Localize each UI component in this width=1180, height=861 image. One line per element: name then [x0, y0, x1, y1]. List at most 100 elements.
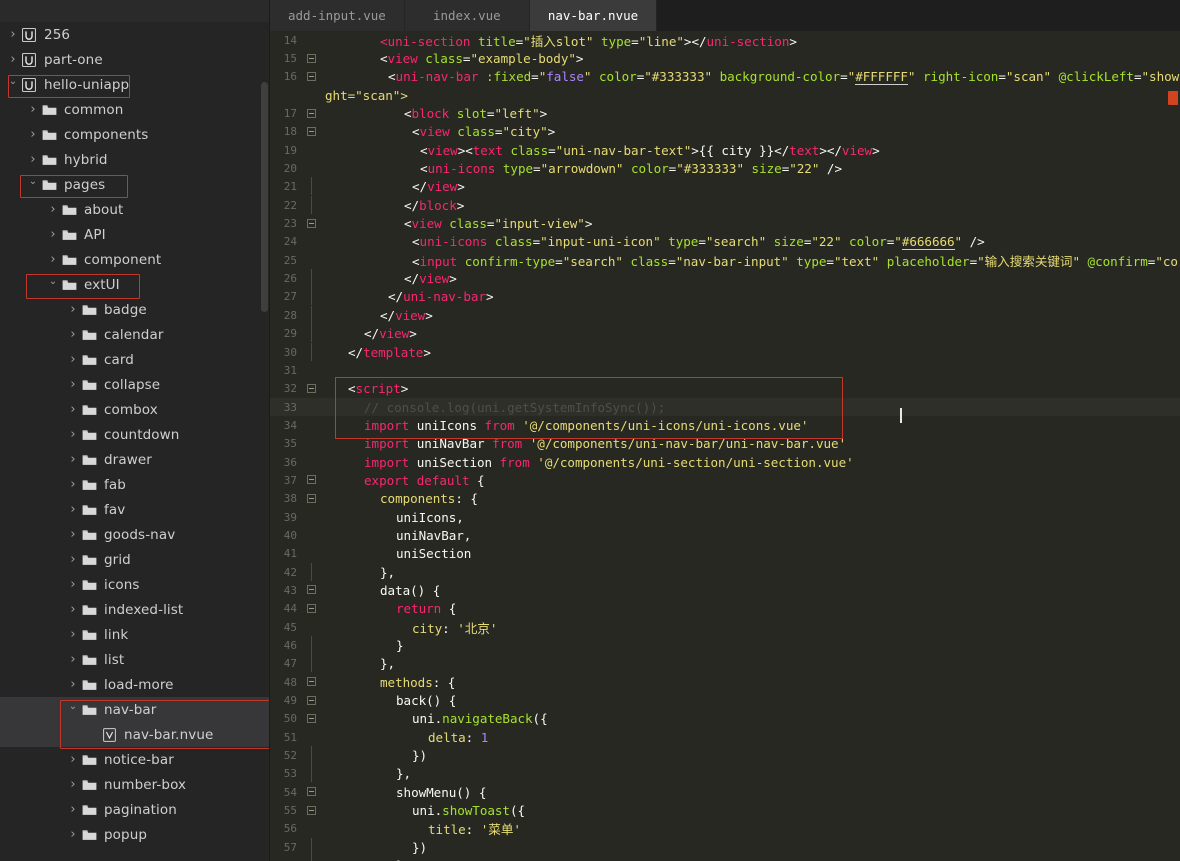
code-text[interactable]: delta: 1: [319, 730, 1180, 745]
code-line[interactable]: 57}): [270, 837, 1180, 856]
code-line[interactable]: 29 </view>: [270, 324, 1180, 343]
fold-toggle-icon[interactable]: [303, 218, 319, 230]
code-line[interactable]: 31: [270, 361, 1180, 379]
code-text[interactable]: uni.showToast({: [319, 803, 1180, 818]
code-text[interactable]: <uni-icons type="arrowdown" color="#3333…: [319, 161, 1180, 176]
code-line[interactable]: 27 </uni-nav-bar>: [270, 287, 1180, 306]
tree-item-link[interactable]: link: [0, 622, 270, 647]
code-line[interactable]: 48 methods: {: [270, 673, 1180, 691]
code-line[interactable]: 45 city: '北京': [270, 618, 1180, 636]
tree-item-fab[interactable]: fab: [0, 472, 270, 497]
sidebar-scrollbar-thumb[interactable]: [261, 82, 268, 312]
chevron-right-icon[interactable]: [66, 678, 80, 691]
code-line[interactable]: 23 <view class="input-view">: [270, 214, 1180, 232]
tree-item-badge[interactable]: badge: [0, 297, 270, 322]
tree-item-list[interactable]: list: [0, 647, 270, 672]
chevron-right-icon[interactable]: [46, 203, 60, 216]
chevron-right-icon[interactable]: [66, 528, 80, 541]
code-line[interactable]: 33 // console.log(uni.getSystemInfoSync()…: [270, 397, 1180, 417]
tree-item-card[interactable]: card: [0, 347, 270, 372]
code-text[interactable]: </view>: [319, 326, 1180, 341]
file-tree[interactable]: 256 part-one hello-uniapp common components h…: [0, 22, 270, 847]
tree-item-countdown[interactable]: countdown: [0, 422, 270, 447]
tree-item-part-one[interactable]: part-one: [0, 47, 270, 72]
fold-toggle-icon[interactable]: [303, 584, 319, 596]
tree-item-goods-nav[interactable]: goods-nav: [0, 522, 270, 547]
code-line[interactable]: 47},: [270, 654, 1180, 673]
chevron-right-icon[interactable]: [66, 403, 80, 416]
code-line[interactable]: 21 </view>: [270, 177, 1180, 196]
code-line[interactable]: 54 showMenu() {: [270, 783, 1180, 801]
code-line[interactable]: 49 back() {: [270, 691, 1180, 709]
code-text[interactable]: </view>: [319, 308, 1180, 323]
code-line[interactable]: 46}: [270, 636, 1180, 655]
code-text[interactable]: back() {: [319, 693, 1180, 708]
code-line[interactable]: 26 </view>: [270, 269, 1180, 288]
code-text[interactable]: <view><text class="uni-nav-bar-text">{{ …: [319, 143, 1180, 158]
chevron-right-icon[interactable]: [66, 428, 80, 441]
code-text[interactable]: import uniSection from '@/components/uni…: [319, 455, 1180, 470]
overview-ruler-marker[interactable]: [1168, 91, 1178, 105]
chevron-right-icon[interactable]: [26, 153, 40, 166]
chevron-right-icon[interactable]: [66, 778, 80, 791]
tree-item-about[interactable]: about: [0, 197, 270, 222]
code-text[interactable]: import uniNavBar from '@/components/uni-…: [319, 436, 1180, 451]
code-line[interactable]: 43 data() {: [270, 581, 1180, 599]
code-line[interactable]: 15 <view class="example-body">: [270, 49, 1180, 67]
chevron-right-icon[interactable]: [66, 603, 80, 616]
chevron-right-icon[interactable]: [6, 53, 20, 66]
code-line[interactable]: 34 import uniIcons from '@/components/uni…: [270, 416, 1180, 434]
code-text[interactable]: <view class="city">: [319, 124, 1180, 139]
fold-toggle-icon[interactable]: [303, 71, 319, 83]
code-line[interactable]: 16 <uni-nav-bar :fixed="false" color="#33…: [270, 68, 1180, 86]
chevron-down-icon[interactable]: [26, 180, 40, 190]
tree-item-drawer[interactable]: drawer: [0, 447, 270, 472]
tree-item-nav-bar[interactable]: nav-bar: [0, 697, 270, 722]
tree-item-component[interactable]: component: [0, 247, 270, 272]
chevron-right-icon[interactable]: [66, 828, 80, 841]
chevron-right-icon[interactable]: [26, 103, 40, 116]
code-text[interactable]: <block slot="left">: [319, 106, 1180, 121]
tree-item-hello-uniapp[interactable]: hello-uniapp: [0, 72, 270, 97]
code-text[interactable]: }): [319, 748, 1180, 763]
tree-item-fav[interactable]: fav: [0, 497, 270, 522]
fold-toggle-icon[interactable]: [303, 493, 319, 505]
project-explorer-sidebar[interactable]: 256 part-one hello-uniapp common components h…: [0, 0, 270, 861]
code-text[interactable]: <script>: [319, 381, 1180, 396]
code-text[interactable]: // console.log(uni.getSystemInfoSync());: [319, 400, 1180, 415]
code-text[interactable]: },: [319, 656, 1180, 671]
tree-item-components[interactable]: components: [0, 122, 270, 147]
code-text[interactable]: components: {: [319, 491, 1180, 506]
tree-item-combox[interactable]: combox: [0, 397, 270, 422]
fold-toggle-icon[interactable]: [303, 53, 319, 65]
tree-item-256[interactable]: 256: [0, 22, 270, 47]
tree-item-pagination[interactable]: pagination: [0, 797, 270, 822]
chevron-right-icon[interactable]: [66, 478, 80, 491]
chevron-down-icon[interactable]: [6, 80, 20, 90]
fold-toggle-icon[interactable]: [303, 108, 319, 120]
tree-item-grid[interactable]: grid: [0, 547, 270, 572]
code-text[interactable]: <view class="example-body">: [319, 51, 1180, 66]
code-line[interactable]: 14 <uni-section title="插入slot" type="line…: [270, 31, 1180, 49]
chevron-right-icon[interactable]: [66, 353, 80, 366]
code-line[interactable]: 25 <input confirm-type="search" class="na…: [270, 251, 1180, 269]
tab-add-input-vue[interactable]: add-input.vue: [270, 0, 405, 31]
code-lines[interactable]: 14 <uni-section title="插入slot" type="line…: [270, 31, 1180, 861]
chevron-right-icon[interactable]: [66, 578, 80, 591]
fold-toggle-icon[interactable]: [303, 786, 319, 798]
code-text[interactable]: ght="scan">: [319, 88, 1180, 103]
code-line[interactable]: 41 uniSection: [270, 545, 1180, 563]
tree-item-popup[interactable]: popup: [0, 822, 270, 847]
code-line[interactable]: 36 import uniSection from '@/components/u…: [270, 453, 1180, 471]
code-line[interactable]: 50 uni.navigateBack({: [270, 710, 1180, 728]
chevron-right-icon[interactable]: [66, 503, 80, 516]
tree-item-extui[interactable]: extUI: [0, 272, 270, 297]
code-text[interactable]: import uniIcons from '@/components/uni-i…: [319, 418, 1180, 433]
chevron-right-icon[interactable]: [66, 328, 80, 341]
code-text[interactable]: <uni-icons class="input-uni-icon" type="…: [319, 234, 1180, 251]
chevron-right-icon[interactable]: [66, 303, 80, 316]
code-line[interactable]: 37 export default {: [270, 471, 1180, 489]
tab-index-vue[interactable]: index.vue: [404, 0, 530, 31]
code-line[interactable]: 38 components: {: [270, 490, 1180, 508]
tree-item-icons[interactable]: icons: [0, 572, 270, 597]
